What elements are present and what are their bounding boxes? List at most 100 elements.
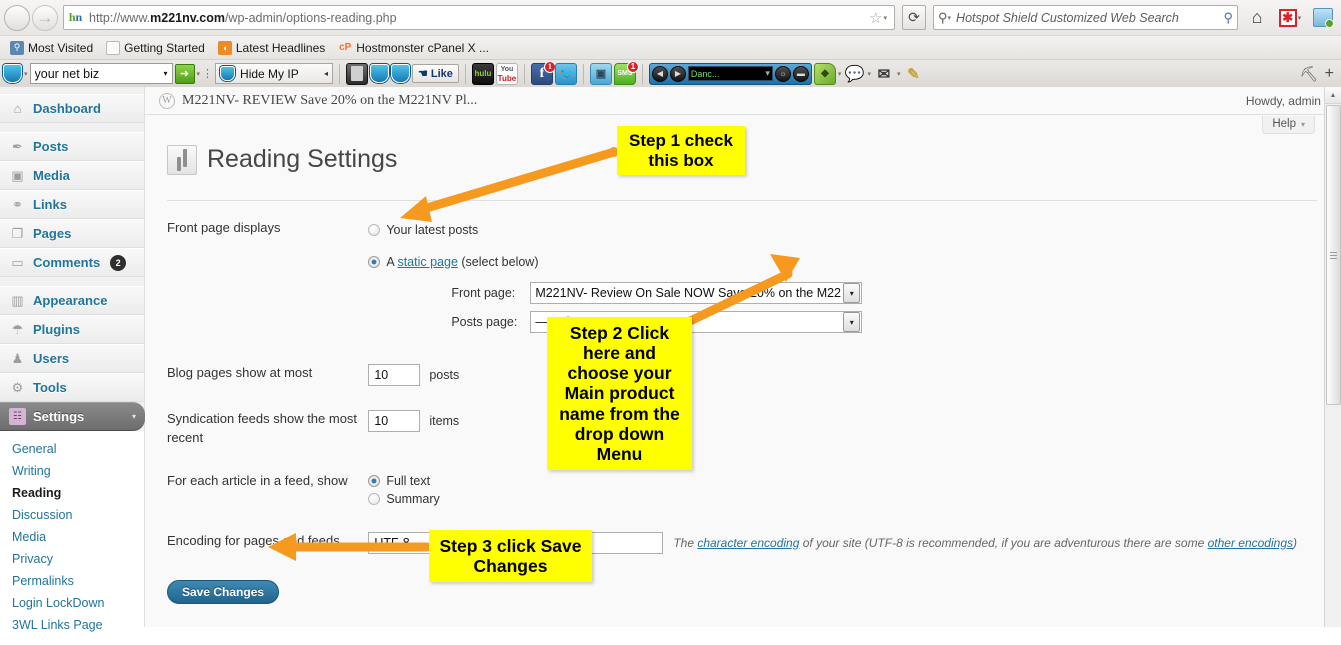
mail-icon[interactable]: ✉ (873, 63, 895, 85)
paint-icon[interactable]: ✎ (902, 63, 924, 85)
syndication-unit: items (429, 414, 460, 428)
front-page-select[interactable]: M221NV- Review On Sale NOW Save 20% on t… (530, 282, 863, 304)
wrench-icon[interactable]: ⛏ (1300, 65, 1319, 83)
submenu-item-privacy[interactable]: Privacy (0, 548, 144, 570)
submenu-item-writing[interactable]: Writing (0, 460, 144, 482)
search-submit-icon[interactable]: ⚲ (1223, 10, 1233, 26)
sms-icon[interactable]: SMS 1 (613, 60, 639, 85)
radio-a-static-page[interactable]: A static page (select below) (368, 251, 1297, 272)
submenu-item-general[interactable]: General (0, 438, 144, 460)
blog-pages-input[interactable]: 10 (368, 364, 421, 386)
twitter-icon[interactable]: 🐦 (554, 62, 577, 85)
scrollbar-thumb[interactable] (1326, 105, 1341, 405)
chevron-down-icon[interactable]: ▾ (867, 70, 871, 78)
sidebar-item-label: Posts (33, 139, 69, 154)
tag-icon[interactable]: ◆ (813, 62, 836, 85)
submenu-item-media[interactable]: Media (0, 526, 144, 548)
back-arrow-icon[interactable]: back-arrow-icon (4, 4, 30, 31)
go-button[interactable]: ➜ (174, 63, 195, 84)
chevron-down-icon[interactable]: ▾ (843, 312, 861, 332)
sidebar-item-tools[interactable]: ⚙ Tools (0, 373, 144, 402)
sidebar-item-links[interactable]: ⚭ Links (0, 190, 144, 219)
facebook-icon[interactable]: f 1 (530, 60, 556, 85)
howdy-menu[interactable]: Howdy, admin ▾ (1246, 94, 1329, 108)
hulu-icon[interactable]: hulu (471, 62, 494, 85)
page-scrollbar[interactable]: ▲ (1324, 87, 1341, 627)
reload-button[interactable]: ⟳ (902, 5, 926, 30)
hotspot-shield-icon[interactable] (3, 64, 22, 83)
save-row: Save Changes (167, 579, 1341, 604)
save-changes-button[interactable]: Save Changes (167, 579, 280, 604)
wordpress-logo-icon[interactable]: W (159, 92, 175, 109)
radio-button[interactable] (368, 492, 381, 505)
download-manager-button[interactable] (1309, 4, 1337, 31)
syndication-input[interactable]: 10 (368, 410, 421, 432)
settings-submenu: General Writing Reading Discussion Media Priv… (0, 431, 144, 645)
dance-station-select[interactable]: Danc... ▾ (687, 66, 773, 81)
chevron-down-icon[interactable]: ▾ (843, 283, 861, 303)
hotspot-shield-icon[interactable] (391, 64, 411, 83)
submenu-item-permalinks[interactable]: Permalinks (0, 570, 144, 592)
sidebar-item-comments[interactable]: ▭ Comments 2 (0, 248, 144, 277)
radio-your-latest-posts[interactable]: Your latest posts (368, 219, 1297, 240)
radio-full-text[interactable]: Full text (368, 472, 1297, 490)
sidebar-item-users[interactable]: ♟ Users (0, 344, 144, 373)
sidebar-item-dashboard[interactable]: ⌂ Dashboard (0, 94, 144, 123)
sidebar-item-media[interactable]: ▣ Media (0, 161, 144, 190)
camera-icon: ▣ (11, 167, 24, 183)
scroll-up-arrow-icon[interactable]: ▲ (1325, 87, 1341, 104)
chevron-down-icon[interactable]: ▾ (197, 70, 201, 78)
bookmark-latest-headlines[interactable]: ◖ Latest Headlines (213, 38, 330, 58)
next-track-icon[interactable]: ▶ (669, 65, 686, 82)
hotspot-extension-button[interactable]: ✱ ▾ (1276, 4, 1304, 31)
submenu-item-3wl-links-page[interactable]: 3WL Links Page (0, 614, 144, 636)
sidebar-item-settings[interactable]: ☷ Settings ▾ (0, 402, 145, 431)
search-bar[interactable]: ⚲ ▾ Hotspot Shield Customized Web Search… (933, 5, 1238, 30)
drag-handle[interactable]: ⋮ (202, 67, 213, 80)
chevron-down-icon[interactable]: ▾ (24, 70, 28, 78)
radio-summary[interactable]: Summary (368, 490, 1297, 508)
net-biz-select[interactable]: your net biz ▾ (29, 63, 173, 84)
browser-navigation-bar: back-arrow-icon → hn http://www.m221nv.c… (0, 0, 1341, 35)
bookmark-most-visited[interactable]: ⚲ Most Visited (5, 38, 98, 58)
search-input[interactable]: Hotspot Shield Customized Web Search (956, 11, 1218, 25)
submenu-item-discussion[interactable]: Discussion (0, 504, 144, 526)
url-bar[interactable]: hn http://www.m221nv.com/wp-admin/option… (63, 5, 895, 30)
youtube-icon[interactable]: You Tube (495, 62, 518, 85)
chat-icon[interactable]: 💬 (843, 63, 865, 85)
chevron-down-icon[interactable]: ▾ (948, 14, 952, 22)
chevron-down-icon[interactable]: ▾ (838, 70, 842, 78)
home-button[interactable]: ⌂ (1243, 4, 1271, 31)
sidebar-item-appearance[interactable]: ▥ Appearance (0, 286, 144, 315)
hide-my-ip-button[interactable]: Hide My IP ◂ (215, 63, 334, 84)
bookmark-hostmonster-cpanel[interactable]: cP Hostmonster cPanel X ... (333, 38, 494, 58)
chevron-down-icon[interactable]: ▾ (897, 70, 901, 78)
forward-glyph: → (36, 7, 54, 27)
dance-media-widget[interactable]: ◀ ▶ Danc... ▾ ☼ ▬ (648, 62, 812, 85)
forward-arrow-icon[interactable]: → (32, 4, 58, 31)
settings-sliders-icon: ☷ (9, 408, 26, 425)
annotation-step1: Step 1 check this box (617, 126, 745, 176)
volume-up-icon[interactable]: ☼ (774, 65, 791, 82)
sidebar-item-posts[interactable]: ✒ Posts (0, 132, 144, 161)
sidebar-item-pages[interactable]: ❐ Pages (0, 219, 144, 248)
submenu-item-login-lockdown[interactable]: Login LockDown (0, 592, 144, 614)
tv-widget-icon[interactable]: ▣ (589, 62, 612, 85)
submenu-item-reading[interactable]: Reading (0, 482, 144, 504)
facebook-like-button[interactable]: ☚ Like (412, 64, 459, 83)
other-encodings-link[interactable]: other encodings (1208, 536, 1293, 550)
previous-track-icon[interactable]: ◀ (651, 65, 668, 82)
sidebar-item-plugins[interactable]: ☂ Plugins (0, 315, 144, 344)
radio-button[interactable] (368, 474, 381, 487)
radio-button[interactable] (368, 255, 381, 268)
mobile-device-icon[interactable] (346, 62, 369, 85)
radio-button[interactable] (368, 223, 381, 236)
static-page-link[interactable]: static page (397, 255, 457, 269)
annotation-step3: Step 3 click Save Changes (429, 530, 592, 583)
add-tab-icon[interactable]: + (1325, 65, 1334, 83)
hotspot-shield-icon[interactable] (370, 64, 390, 83)
character-encoding-link[interactable]: character encoding (697, 536, 799, 550)
bookmark-getting-started[interactable]: Getting Started (101, 38, 210, 58)
bookmark-star-control[interactable]: ☆ ▾ (865, 9, 891, 27)
volume-down-icon[interactable]: ▬ (792, 65, 809, 82)
